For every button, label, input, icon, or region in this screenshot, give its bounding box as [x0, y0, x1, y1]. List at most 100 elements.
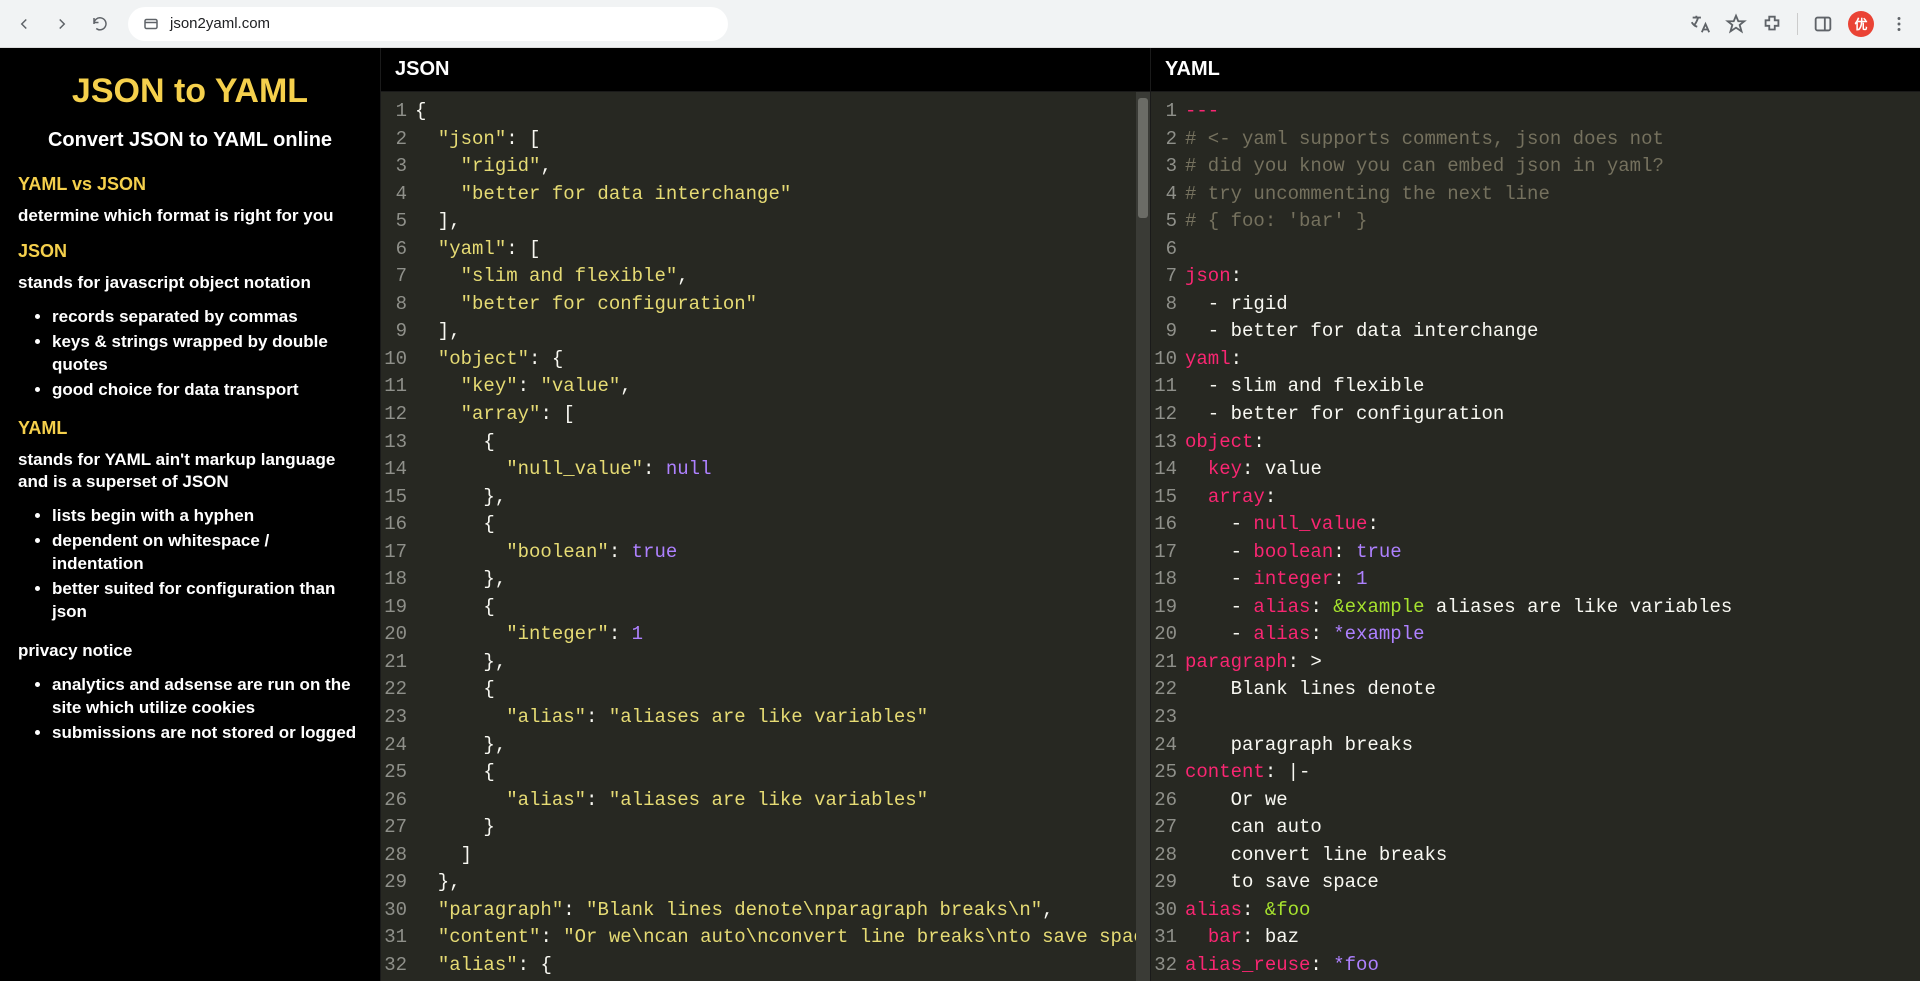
line-content[interactable]: - alias: *example: [1185, 621, 1920, 649]
line-content[interactable]: - integer: 1: [1185, 566, 1920, 594]
line-content[interactable]: ],: [415, 208, 1150, 236]
side-panel-icon[interactable]: [1812, 13, 1834, 35]
line-content[interactable]: {: [415, 594, 1150, 622]
code-line[interactable]: 28 ]: [381, 842, 1150, 870]
star-icon[interactable]: [1725, 13, 1747, 35]
line-content[interactable]: {: [415, 429, 1150, 457]
line-content[interactable]: "alias": "aliases are like variables": [415, 787, 1150, 815]
code-line[interactable]: 23 "alias": "aliases are like variables": [381, 704, 1150, 732]
line-content[interactable]: },: [415, 869, 1150, 897]
line-content[interactable]: }: [415, 814, 1150, 842]
code-line[interactable]: 3# did you know you can embed json in ya…: [1151, 153, 1920, 181]
line-content[interactable]: # <- yaml supports comments, json does n…: [1185, 126, 1920, 154]
line-content[interactable]: json:: [1185, 263, 1920, 291]
code-line[interactable]: 23: [1151, 704, 1920, 732]
code-line[interactable]: 1{: [381, 98, 1150, 126]
code-line[interactable]: 26 Or we: [1151, 787, 1920, 815]
scrollbar-thumb[interactable]: [1138, 98, 1148, 218]
code-line[interactable]: 13 {: [381, 429, 1150, 457]
code-line[interactable]: 27 }: [381, 814, 1150, 842]
line-content[interactable]: - slim and flexible: [1185, 373, 1920, 401]
line-content[interactable]: to save space: [1185, 869, 1920, 897]
line-content[interactable]: ---: [1185, 98, 1920, 126]
line-content[interactable]: Or we: [1185, 787, 1920, 815]
line-content[interactable]: {: [415, 511, 1150, 539]
line-content[interactable]: key: value: [1185, 456, 1920, 484]
line-content[interactable]: alias: &foo: [1185, 897, 1920, 925]
line-content[interactable]: paragraph: >: [1185, 649, 1920, 677]
line-content[interactable]: - null_value:: [1185, 511, 1920, 539]
code-line[interactable]: 32 "alias": {: [381, 952, 1150, 980]
code-line[interactable]: 14 key: value: [1151, 456, 1920, 484]
code-line[interactable]: 24 },: [381, 732, 1150, 760]
address-bar[interactable]: json2yaml.com: [128, 7, 728, 41]
code-line[interactable]: 9 - better for data interchange: [1151, 318, 1920, 346]
line-content[interactable]: "slim and flexible",: [415, 263, 1150, 291]
code-line[interactable]: 17 "boolean": true: [381, 539, 1150, 567]
code-line[interactable]: 16 - null_value:: [1151, 511, 1920, 539]
code-line[interactable]: 2 "json": [: [381, 126, 1150, 154]
line-content[interactable]: # try uncommenting the next line: [1185, 181, 1920, 209]
back-button[interactable]: [10, 10, 38, 38]
code-line[interactable]: 11 "key": "value",: [381, 373, 1150, 401]
code-line[interactable]: 12 - better for configuration: [1151, 401, 1920, 429]
line-content[interactable]: ],: [415, 318, 1150, 346]
code-line[interactable]: 6: [1151, 236, 1920, 264]
code-line[interactable]: 30alias: &foo: [1151, 897, 1920, 925]
code-line[interactable]: 15 },: [381, 484, 1150, 512]
line-content[interactable]: - better for configuration: [1185, 401, 1920, 429]
code-line[interactable]: 3 "rigid",: [381, 153, 1150, 181]
line-content[interactable]: yaml:: [1185, 346, 1920, 374]
line-content[interactable]: object:: [1185, 429, 1920, 457]
line-content[interactable]: bar: baz: [1185, 924, 1920, 952]
code-line[interactable]: 19 {: [381, 594, 1150, 622]
code-line[interactable]: 32alias_reuse: *foo: [1151, 952, 1920, 980]
code-line[interactable]: 27 can auto: [1151, 814, 1920, 842]
line-content[interactable]: [1185, 704, 1920, 732]
line-content[interactable]: "integer": 1: [415, 621, 1150, 649]
code-line[interactable]: 26 "alias": "aliases are like variables": [381, 787, 1150, 815]
forward-button[interactable]: [48, 10, 76, 38]
code-line[interactable]: 25 {: [381, 759, 1150, 787]
code-line[interactable]: 18 - integer: 1: [1151, 566, 1920, 594]
profile-avatar[interactable]: 优: [1848, 11, 1874, 37]
code-line[interactable]: 16 {: [381, 511, 1150, 539]
code-line[interactable]: 22 Blank lines denote: [1151, 676, 1920, 704]
code-line[interactable]: 24 paragraph breaks: [1151, 732, 1920, 760]
code-line[interactable]: 10yaml:: [1151, 346, 1920, 374]
line-content[interactable]: # did you know you can embed json in yam…: [1185, 153, 1920, 181]
code-line[interactable]: 31 "content": "Or we\ncan auto\nconvert …: [381, 924, 1150, 952]
scrollbar[interactable]: [1136, 92, 1150, 981]
code-line[interactable]: 6 "yaml": [: [381, 236, 1150, 264]
code-line[interactable]: 20 - alias: *example: [1151, 621, 1920, 649]
line-content[interactable]: },: [415, 732, 1150, 760]
code-line[interactable]: 5# { foo: 'bar' }: [1151, 208, 1920, 236]
line-content[interactable]: "alias": {: [415, 952, 1150, 980]
line-content[interactable]: paragraph breaks: [1185, 732, 1920, 760]
line-content[interactable]: },: [415, 484, 1150, 512]
code-line[interactable]: 21paragraph: >: [1151, 649, 1920, 677]
code-line[interactable]: 17 - boolean: true: [1151, 539, 1920, 567]
line-content[interactable]: "object": {: [415, 346, 1150, 374]
code-line[interactable]: 22 {: [381, 676, 1150, 704]
code-line[interactable]: 13object:: [1151, 429, 1920, 457]
code-line[interactable]: 10 "object": {: [381, 346, 1150, 374]
code-line[interactable]: 25content: |-: [1151, 759, 1920, 787]
line-content[interactable]: array:: [1185, 484, 1920, 512]
code-line[interactable]: 12 "array": [: [381, 401, 1150, 429]
line-content[interactable]: convert line breaks: [1185, 842, 1920, 870]
code-line[interactable]: 30 "paragraph": "Blank lines denote\npar…: [381, 897, 1150, 925]
code-line[interactable]: 19 - alias: &example aliases are like va…: [1151, 594, 1920, 622]
line-content[interactable]: "null_value": null: [415, 456, 1150, 484]
code-line[interactable]: 8 "better for configuration": [381, 291, 1150, 319]
line-content[interactable]: "array": [: [415, 401, 1150, 429]
line-content[interactable]: Blank lines denote: [1185, 676, 1920, 704]
line-content[interactable]: can auto: [1185, 814, 1920, 842]
code-line[interactable]: 9 ],: [381, 318, 1150, 346]
code-line[interactable]: 21 },: [381, 649, 1150, 677]
line-content[interactable]: - better for data interchange: [1185, 318, 1920, 346]
line-content[interactable]: "better for configuration": [415, 291, 1150, 319]
yaml-editor[interactable]: 1---2# <- yaml supports comments, json d…: [1151, 92, 1920, 981]
code-line[interactable]: 7 "slim and flexible",: [381, 263, 1150, 291]
code-line[interactable]: 2# <- yaml supports comments, json does …: [1151, 126, 1920, 154]
